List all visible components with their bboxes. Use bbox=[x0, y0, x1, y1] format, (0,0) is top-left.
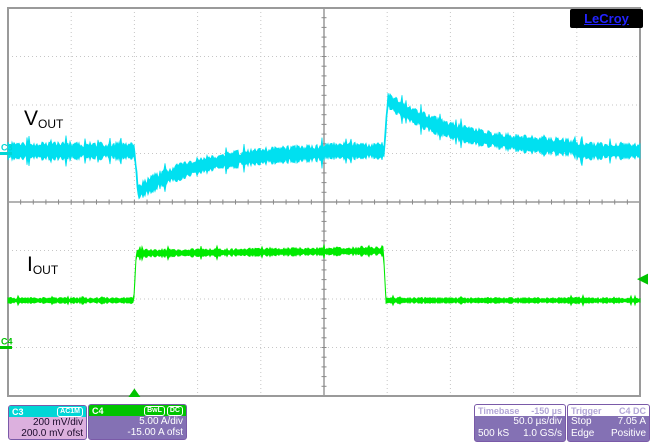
trigger-box[interactable]: Trigger C4 DC Stop 7.05 A Edge Positive bbox=[567, 404, 650, 442]
trigger-level-marker[interactable] bbox=[637, 273, 648, 285]
lecroy-logo-text: LeCroy bbox=[584, 11, 629, 26]
c4-zero-label: C4 bbox=[1, 337, 13, 347]
timebase-scale: 50.0 µs/div bbox=[513, 416, 562, 427]
channel3-scale: 200 mV/div bbox=[32, 417, 83, 428]
graticule bbox=[7, 7, 641, 397]
vout-annotation: VOUT bbox=[24, 107, 64, 131]
iout-annotation: IOUT bbox=[27, 253, 59, 277]
channel3-offset: 200.0 mV ofst bbox=[21, 428, 83, 439]
oscilloscope-screen: C3 C4 LeCroy VOUT IOUT C3 AC1M 200 mV/div… bbox=[0, 0, 650, 444]
lecroy-logo: LeCroy bbox=[570, 9, 643, 28]
trigger-mode: Stop bbox=[571, 416, 592, 427]
trigger-slope: Positive bbox=[610, 428, 646, 439]
channel4-offset: -15.00 A ofst bbox=[127, 427, 183, 438]
timebase-samples: 500 kS bbox=[478, 428, 510, 439]
channel3-header: C3 AC1M bbox=[9, 406, 86, 417]
channel4-header: C4 BwL DC bbox=[89, 405, 186, 416]
channel4-dc-badge: DC bbox=[166, 405, 183, 416]
channel3-label: C3 bbox=[12, 406, 24, 417]
channel3-descriptor-box[interactable]: C3 AC1M 200 mV/div 200.0 mV ofst bbox=[8, 405, 87, 440]
trigger-title: Trigger bbox=[571, 405, 602, 416]
trigger-header: Trigger C4 DC bbox=[568, 405, 649, 416]
channel4-scale: 5.00 A/div bbox=[139, 416, 183, 427]
timebase-header: Timebase -150 µs bbox=[475, 405, 565, 416]
waveform-display: C3 C4 bbox=[0, 7, 648, 398]
timebase-rate: 1.0 GS/s bbox=[523, 428, 562, 439]
trigger-kind: Edge bbox=[571, 428, 595, 439]
channel4-label: C4 bbox=[92, 405, 104, 416]
timebase-delay: -150 µs bbox=[531, 405, 562, 416]
channel3-coupling-badge: AC1M bbox=[57, 406, 83, 417]
trigger-time-marker[interactable] bbox=[128, 388, 141, 398]
trigger-level: 7.05 A bbox=[617, 416, 646, 427]
channel4-bwl-badge: BwL bbox=[144, 405, 165, 416]
timebase-title: Timebase bbox=[478, 405, 520, 416]
timebase-box[interactable]: Timebase -150 µs 50.0 µs/div 500 kS 1.0 … bbox=[474, 404, 566, 442]
c3-zero-label: C3 bbox=[1, 143, 13, 153]
trigger-source: C4 DC bbox=[618, 405, 646, 416]
channel4-descriptor-box[interactable]: C4 BwL DC 5.00 A/div -15.00 A ofst bbox=[88, 404, 187, 440]
